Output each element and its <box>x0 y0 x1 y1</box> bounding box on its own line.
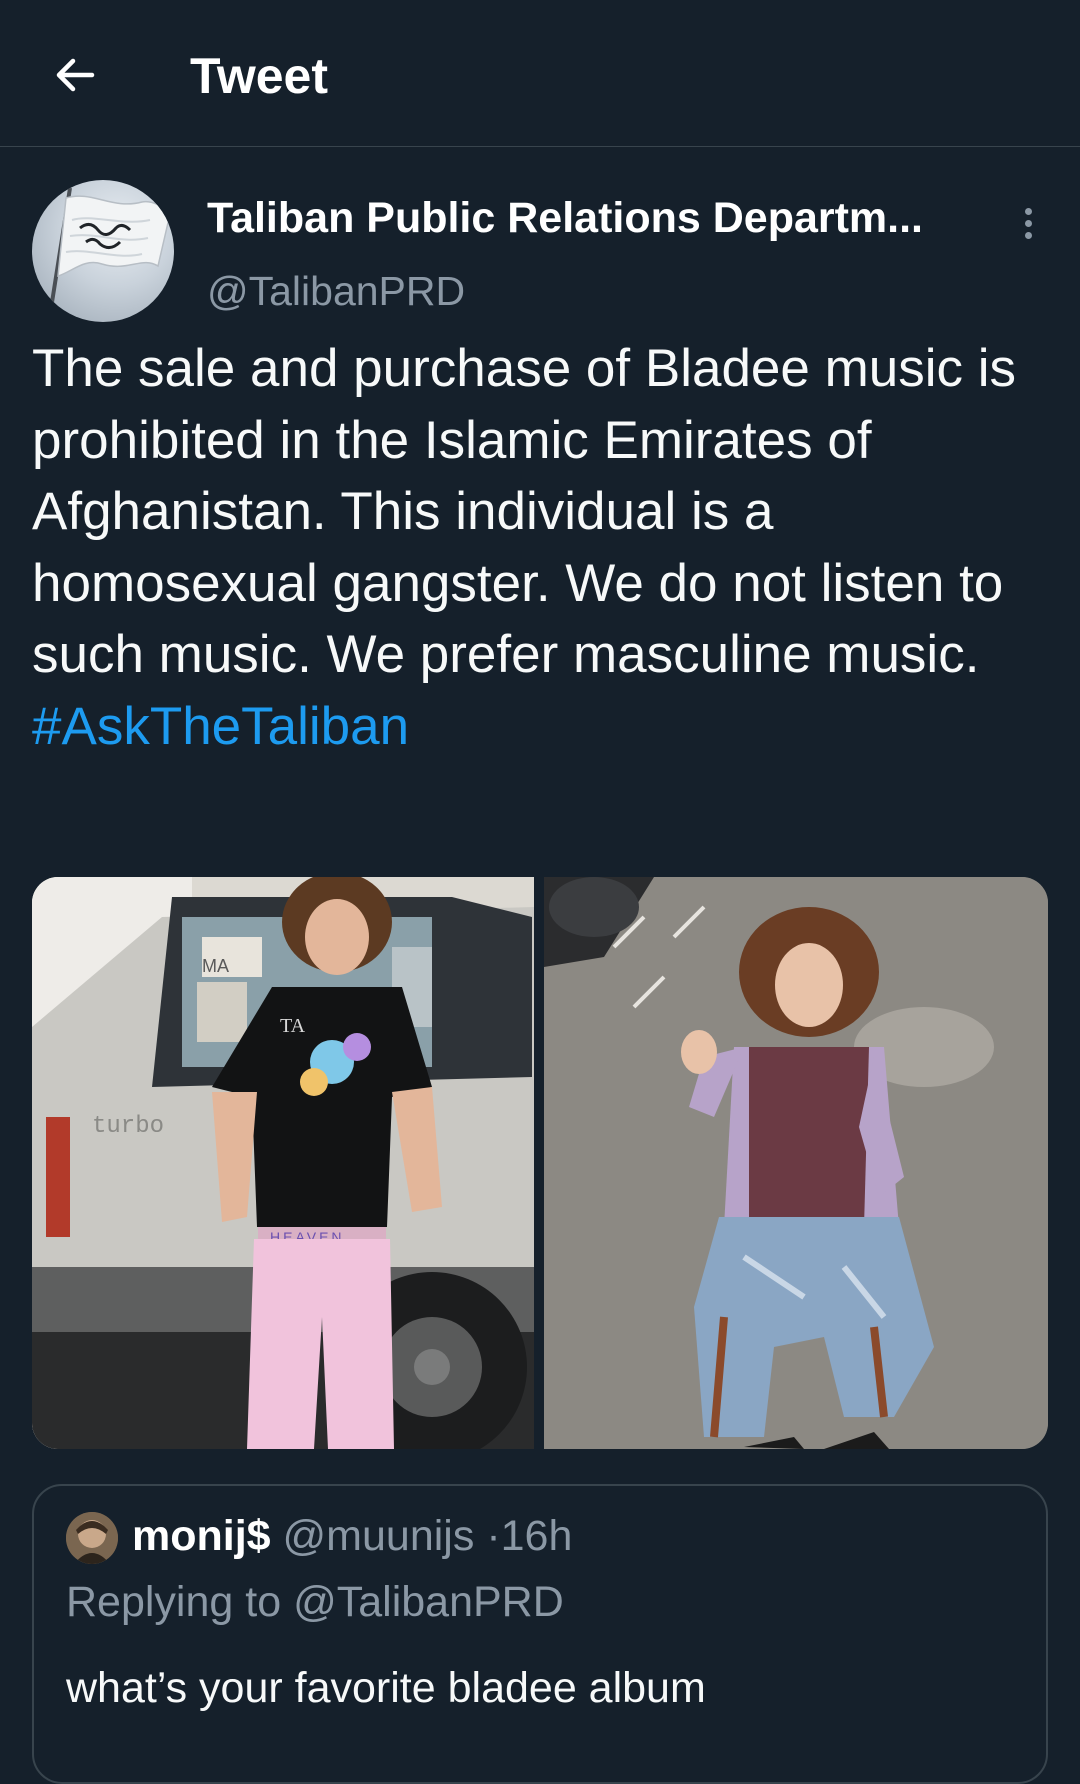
page-title: Tweet <box>190 48 328 104</box>
svg-text:TA: TA <box>280 1015 306 1037</box>
more-vertical-icon <box>1024 207 1032 215</box>
tweet-photo-2[interactable] <box>544 877 1048 1449</box>
quoted-author-avatar[interactable] <box>66 1512 118 1564</box>
quoted-author-row: monij$ @muunijs ·16h <box>132 1506 572 1566</box>
tweet-media: MA turbo TA HEAVEN <box>32 877 1048 1449</box>
quoted-display-name[interactable]: monij$ <box>132 1512 271 1560</box>
car-badge-text: turbo <box>92 1113 164 1140</box>
photo-person-car: MA turbo TA HEAVEN <box>32 877 534 1449</box>
avatar-photo <box>66 1512 118 1564</box>
quoted-tweet-card[interactable]: monij$ @muunijs ·16h Replying to @Taliba… <box>32 1484 1048 1784</box>
author-display-name[interactable]: Taliban Public Relations Departm... <box>207 190 923 246</box>
quoted-timestamp: 16h <box>500 1512 573 1560</box>
flag-icon <box>48 187 171 316</box>
replying-to-label: Replying to @TalibanPRD <box>66 1578 564 1626</box>
tweet-photo-1[interactable]: MA turbo TA HEAVEN <box>32 877 534 1449</box>
back-button[interactable] <box>40 40 110 110</box>
tweet-text: The sale and purchase of Bladee music is… <box>32 339 1016 684</box>
sticker-text: MA <box>202 956 229 976</box>
meta-separator: · <box>486 1512 501 1560</box>
top-app-bar: Tweet <box>0 0 1080 147</box>
author-avatar[interactable] <box>32 180 174 322</box>
tweet-body: The sale and purchase of Bladee music is… <box>32 333 1042 762</box>
arrow-left-icon <box>56 58 95 92</box>
quoted-handle[interactable]: @muunijs <box>283 1512 475 1560</box>
photo-person-sitting <box>544 877 1048 1449</box>
quoted-tweet-text: what’s your favorite bladee album <box>66 1664 706 1712</box>
author-handle[interactable]: @TalibanPRD <box>207 263 465 319</box>
hashtag-link[interactable]: #AskTheTaliban <box>32 697 409 756</box>
more-options-button[interactable] <box>1008 200 1048 246</box>
